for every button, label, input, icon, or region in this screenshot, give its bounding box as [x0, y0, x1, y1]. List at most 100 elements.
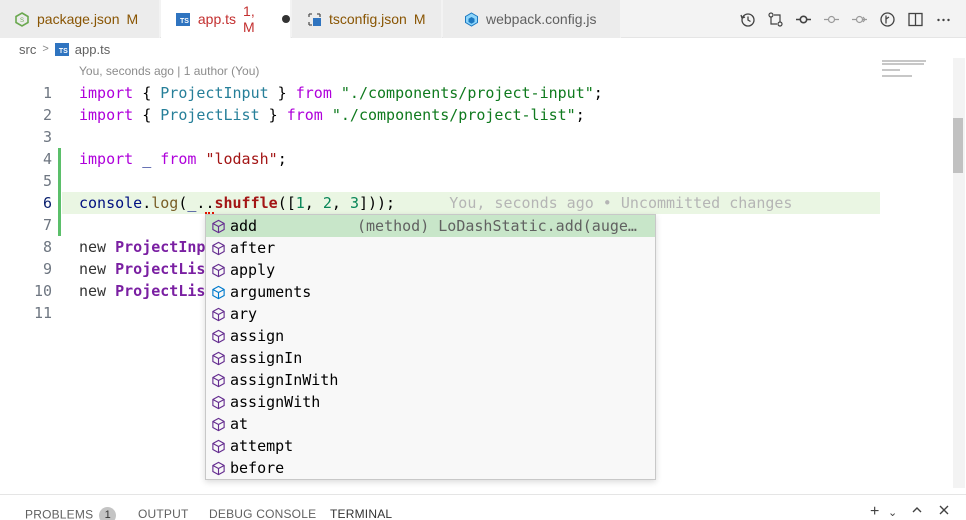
field-icon: [210, 284, 226, 300]
tab-label: tsconfig.json: [329, 11, 407, 27]
tab-debug-console[interactable]: DEBUG CONSOLE: [209, 507, 316, 520]
codelens-blame[interactable]: You, seconds ago | 1 author (You): [79, 64, 259, 78]
line-code: import { ProjectList } from "./component…: [79, 106, 585, 124]
suggestion-label: attempt: [230, 437, 294, 455]
tab-label: app.ts: [197, 11, 237, 27]
suggestion-item[interactable]: apply: [206, 259, 655, 281]
method-icon: [210, 306, 226, 322]
typescript-icon: TS: [54, 42, 69, 56]
current-line: 6 console.log(_..shuffle([1, 2, 3])); Yo…: [0, 192, 880, 214]
suggestion-label: before: [230, 459, 285, 477]
line-number: 2: [42, 106, 52, 124]
tab-status: 1, M: [243, 3, 255, 35]
line-number: 7: [42, 216, 52, 234]
git-commit-icon[interactable]: [794, 10, 812, 28]
more-actions-icon[interactable]: [934, 10, 952, 28]
typescript-icon: TS: [175, 11, 191, 27]
line-number: 4: [42, 150, 52, 168]
panel-tab-bar: PROBLEMS 1 OUTPUT DEBUG CONSOLE TERMINAL …: [0, 494, 966, 520]
tab-label: webpack.config.js: [486, 11, 597, 27]
tab-package-json[interactable]: S package.json M: [0, 0, 160, 38]
suggestion-label: ary: [230, 305, 258, 323]
webpack-icon: [463, 11, 479, 27]
suggestion-item[interactable]: attempt: [206, 435, 655, 457]
gitlens-icon[interactable]: [878, 10, 896, 28]
suggestion-label: after: [230, 239, 276, 257]
code-line: 5: [0, 170, 880, 192]
unsaved-dot-icon[interactable]: [282, 15, 290, 23]
editor-tab-bar: S package.json M TS app.ts 1, M tsconfig…: [0, 0, 966, 38]
nodejs-icon: S: [14, 11, 30, 27]
line-number: 3: [42, 128, 52, 146]
line-code: new ProjectInp: [79, 238, 206, 256]
breadcrumb-folder[interactable]: src: [19, 42, 36, 57]
tab-output[interactable]: OUTPUT: [138, 507, 189, 520]
code-line: 4 import _ from "lodash";: [0, 148, 880, 170]
editor-actions: [738, 0, 952, 38]
suggestion-item[interactable]: after: [206, 237, 655, 259]
method-icon: [210, 328, 226, 344]
suggestion-item[interactable]: assign: [206, 325, 655, 347]
add-terminal-icon[interactable]: +: [870, 503, 879, 520]
tab-problems[interactable]: PROBLEMS 1: [25, 507, 117, 520]
line-number: 6: [42, 194, 52, 212]
chevron-right-icon: >: [42, 43, 49, 55]
line-number: 11: [33, 304, 52, 322]
tab-app-ts[interactable]: TS app.ts 1, M: [161, 0, 291, 38]
next-change-icon[interactable]: [850, 10, 868, 28]
suggestion-item[interactable]: arguments: [206, 281, 655, 303]
method-icon: [210, 350, 226, 366]
chevron-down-icon[interactable]: ⌄: [888, 506, 897, 519]
suggestion-label: assignInWith: [230, 371, 339, 389]
suggestion-label: assign: [230, 327, 285, 345]
maximize-panel-icon[interactable]: [911, 503, 923, 520]
suggestion-item[interactable]: at: [206, 413, 655, 435]
autocomplete-suggestions[interactable]: add (method) LoDashStatic.add(auge… after a…: [205, 214, 656, 480]
suggestion-label: assignWith: [230, 393, 321, 411]
tab-webpack-config[interactable]: webpack.config.js: [443, 0, 621, 38]
method-icon: [210, 394, 226, 410]
method-icon: [210, 218, 226, 234]
minimap[interactable]: [880, 58, 940, 88]
line-number: 10: [33, 282, 52, 300]
typescript-config-icon: [306, 11, 322, 27]
tab-status: M: [413, 11, 426, 27]
tab-label: package.json: [37, 11, 120, 27]
suggestion-detail: (method) LoDashStatic.add(auge…: [357, 217, 637, 235]
suggestion-label: arguments: [230, 283, 312, 301]
close-panel-icon[interactable]: [938, 503, 950, 520]
suggestion-item[interactable]: assignIn: [206, 347, 655, 369]
code-line: 3: [0, 126, 880, 148]
svg-text:S: S: [20, 18, 24, 24]
scrollbar-thumb[interactable]: [953, 118, 963, 173]
suggestion-item[interactable]: ary: [206, 303, 655, 325]
suggestion-label: add: [230, 217, 258, 235]
suggestion-item[interactable]: assignWith: [206, 391, 655, 413]
method-icon: [210, 262, 226, 278]
suggestion-label: assignIn: [230, 349, 303, 367]
suggestion-item[interactable]: before: [206, 457, 655, 479]
compare-changes-icon[interactable]: [766, 10, 784, 28]
method-icon: [210, 460, 226, 476]
tab-status: M: [126, 11, 139, 27]
suggestion-label: apply: [230, 261, 276, 279]
history-icon[interactable]: [738, 10, 756, 28]
breadcrumb-file[interactable]: app.ts: [75, 42, 110, 57]
code-line: 2 import { ProjectList } from "./compone…: [0, 104, 880, 126]
method-icon: [210, 240, 226, 256]
tab-terminal[interactable]: TERMINAL: [330, 507, 392, 520]
line-code: new ProjectLis: [79, 282, 206, 300]
line-code: console.log(_..shuffle([1, 2, 3])); You,…: [79, 194, 793, 214]
inline-blame: You, seconds ago • Uncommitted changes: [449, 194, 793, 212]
tab-tsconfig-json[interactable]: tsconfig.json M: [292, 0, 442, 38]
split-editor-icon[interactable]: [906, 10, 924, 28]
line-code: new ProjectLis: [79, 260, 206, 278]
previous-change-icon[interactable]: [822, 10, 840, 28]
problems-count-badge: 1: [99, 507, 117, 520]
code-line: 1 import { ProjectInput } from "./compon…: [0, 82, 880, 104]
suggestion-item[interactable]: add (method) LoDashStatic.add(auge…: [206, 215, 655, 237]
line-number: 1: [42, 84, 52, 102]
line-number: 9: [42, 260, 52, 278]
suggestion-item[interactable]: assignInWith: [206, 369, 655, 391]
method-icon: [210, 372, 226, 388]
